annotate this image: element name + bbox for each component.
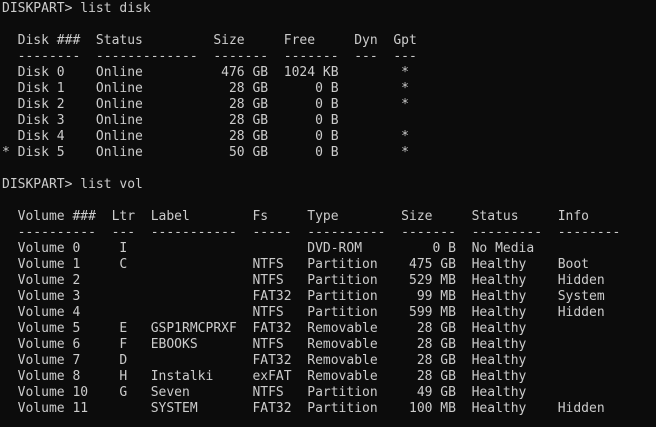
volume-table-row: Volume 4 NTFS Partition 599 MB Healthy H…	[2, 305, 605, 320]
volume-table-row: Volume 2 NTFS Partition 529 MB Healthy H…	[2, 273, 605, 288]
volume-table-row: Volume 10 G Seven NTFS Partition 49 GB H…	[2, 385, 527, 400]
volume-table-row: Volume 5 E GSP1RMCPRXF FAT32 Removable 2…	[2, 321, 527, 336]
disk-table-separator: -------- ------------- ------- ------- -…	[2, 49, 417, 64]
volume-table-row: Volume 1 C NTFS Partition 475 GB Healthy…	[2, 257, 589, 272]
volume-table-row: Volume 0 I DVD-ROM 0 B No Media	[2, 241, 535, 256]
volume-table-row: Volume 8 H Instalki exFAT Removable 28 G…	[2, 369, 527, 384]
console-window[interactable]: DISKPART> list disk Disk ### Status Size…	[0, 0, 656, 427]
disk-table-row: Disk 1 Online 28 GB 0 B *	[2, 81, 409, 96]
disk-table-row: Disk 3 Online 28 GB 0 B	[2, 113, 339, 128]
command-line-list-disk: DISKPART> list disk	[2, 1, 151, 16]
volume-table-header: Volume ### Ltr Label Fs Type Size Status…	[2, 209, 589, 224]
disk-table-row: Disk 0 Online 476 GB 1024 KB *	[2, 65, 409, 80]
disk-table-row: Disk 2 Online 28 GB 0 B *	[2, 97, 409, 112]
disk-table-row: Disk 4 Online 28 GB 0 B *	[2, 129, 409, 144]
volume-table-row: Volume 6 F EBOOKS NTFS Removable 28 GB H…	[2, 337, 527, 352]
volume-table-separator: ---------- --- ----------- ----- -------…	[2, 225, 621, 240]
disk-table-row-selected: * Disk 5 Online 50 GB 0 B *	[2, 145, 409, 160]
volume-table-row: Volume 11 SYSTEM FAT32 Partition 100 MB …	[2, 401, 605, 416]
volume-table-row: Volume 3 FAT32 Partition 99 MB Healthy S…	[2, 289, 605, 304]
command-line-list-vol: DISKPART> list vol	[2, 177, 143, 192]
volume-table-row: Volume 7 D FAT32 Removable 28 GB Healthy	[2, 353, 527, 368]
disk-table-header: Disk ### Status Size Free Dyn Gpt	[2, 33, 417, 48]
